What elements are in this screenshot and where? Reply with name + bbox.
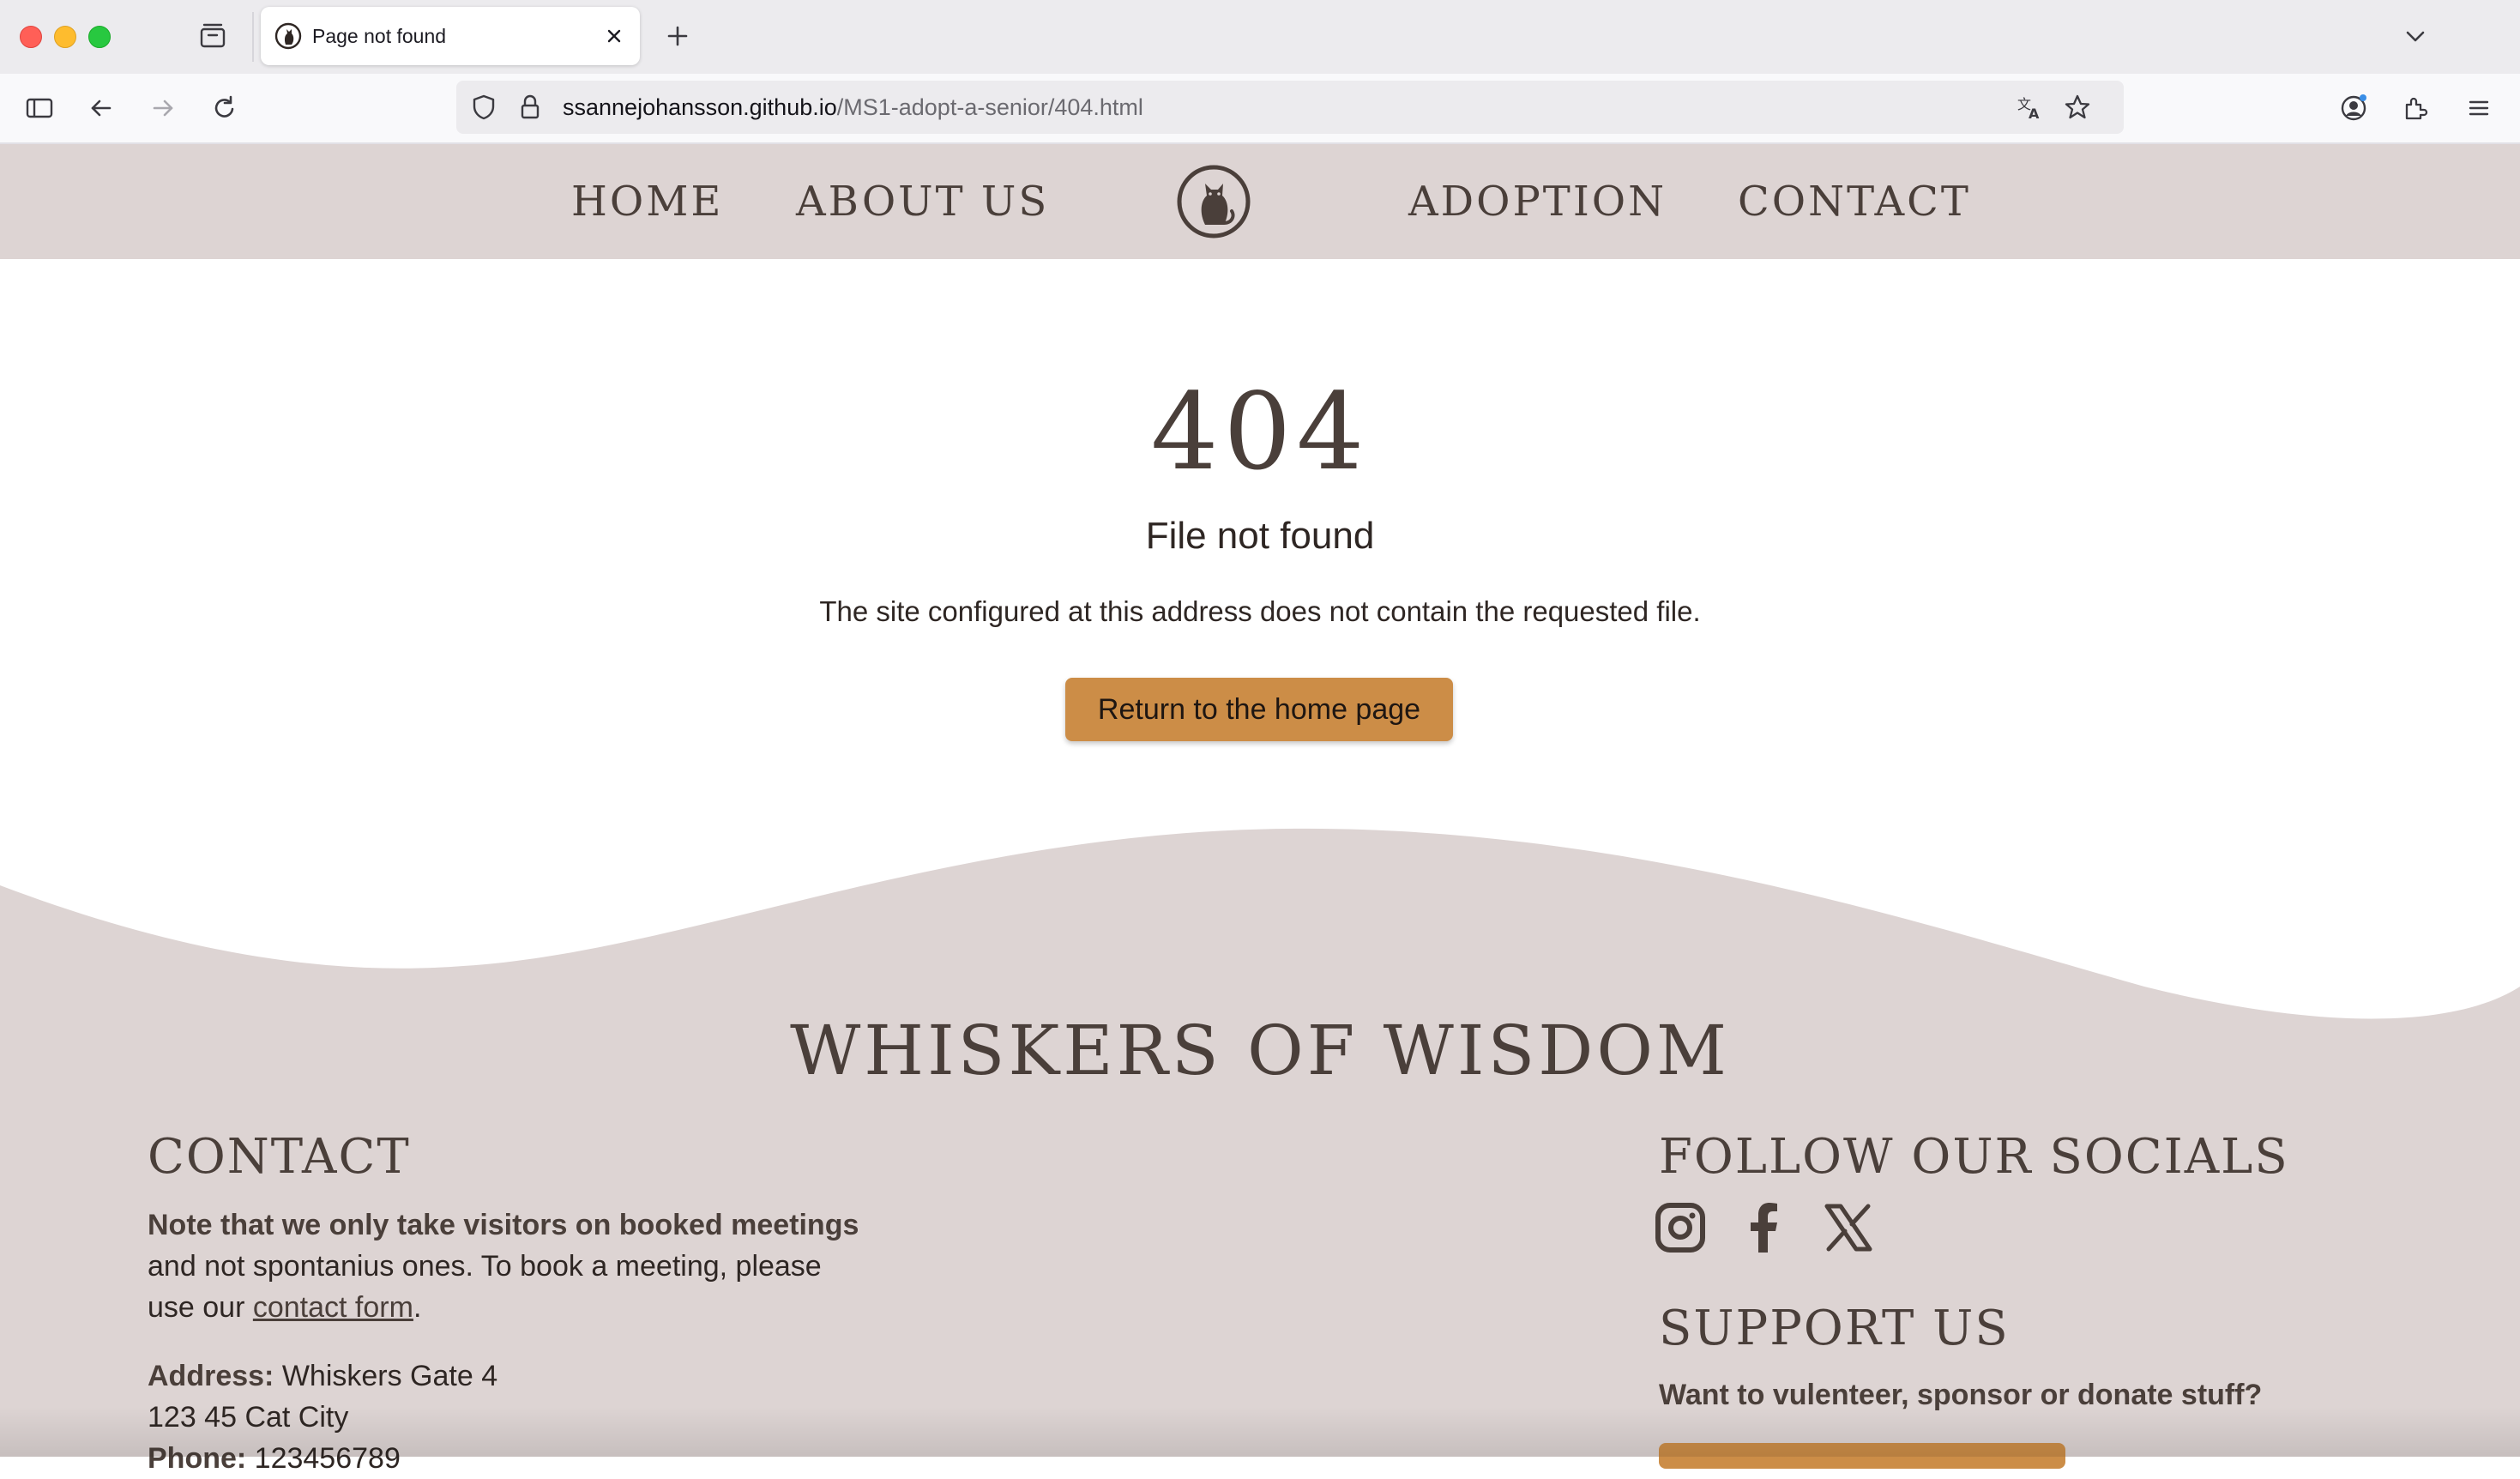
- close-tab-icon[interactable]: [600, 22, 628, 50]
- x-twitter-icon[interactable]: [1822, 1201, 1875, 1254]
- tab-separator: [252, 12, 254, 62]
- bookmark-star-icon[interactable]: [2062, 92, 2093, 123]
- forward-arrow-icon[interactable]: [148, 93, 178, 124]
- nav-link-contact[interactable]: CONTACT: [1738, 172, 1971, 232]
- svg-text:A: A: [2029, 106, 2040, 122]
- new-tab-icon[interactable]: [662, 21, 693, 51]
- browser-toolbar: ssannejohansson.github.io/MS1-adopt-a-se…: [0, 74, 2520, 144]
- url-text[interactable]: ssannejohansson.github.io/MS1-adopt-a-se…: [563, 81, 1143, 134]
- footer-brand-title: WHISKERS OF WISDOM: [790, 1011, 1730, 1090]
- extensions-puzzle-icon[interactable]: [2400, 93, 2431, 124]
- error-title: File not found: [1145, 515, 1375, 557]
- instagram-icon[interactable]: [1654, 1201, 1707, 1254]
- back-arrow-icon[interactable]: [86, 93, 117, 124]
- menu-hamburger-icon[interactable]: [2463, 93, 2494, 124]
- footer-socials-heading: FOLLOW OUR SOCIALS: [1659, 1129, 2289, 1185]
- cat-favicon-icon: [274, 22, 302, 50]
- bottom-shadow: [0, 1407, 2520, 1457]
- sidebar-icon[interactable]: [24, 93, 55, 124]
- footer-contact-heading: CONTACT: [148, 1129, 411, 1185]
- translate-icon[interactable]: 文 A: [2014, 92, 2045, 123]
- browser-tab-bar: Page not found: [0, 0, 2520, 74]
- nav-link-adoption[interactable]: ADOPTION: [1408, 172, 1667, 232]
- address-line1: Whiskers Gate 4: [281, 1360, 498, 1392]
- tab-overview-icon[interactable]: [197, 21, 228, 51]
- cat-logo-icon[interactable]: [1175, 163, 1252, 240]
- maximize-window-button[interactable]: [88, 26, 111, 48]
- address-bar[interactable]: ssannejohansson.github.io/MS1-adopt-a-se…: [456, 81, 2124, 134]
- reload-icon[interactable]: [209, 93, 240, 124]
- shield-icon[interactable]: [468, 92, 499, 123]
- chevron-down-icon[interactable]: [2400, 21, 2431, 51]
- address-label: Address:: [148, 1360, 274, 1392]
- booking-note-text: and not spontanius ones. To book a meeti…: [148, 1250, 822, 1283]
- error-description: The site configured at this address does…: [819, 595, 1701, 627]
- account-icon[interactable]: [2338, 93, 2369, 124]
- nav-link-about-us[interactable]: ABOUT US: [796, 172, 1049, 232]
- site-header: HOME ABOUT US ADOPTION CONTACT: [0, 144, 2520, 259]
- booking-note-prefix: use our: [148, 1291, 253, 1324]
- footer-contact-note: Note that we only take visitors on booke…: [148, 1204, 919, 1328]
- error-code: 404: [1150, 371, 1370, 494]
- close-window-button[interactable]: [20, 26, 42, 48]
- return-home-button[interactable]: Return to the home page: [1065, 678, 1453, 741]
- active-tab[interactable]: Page not found: [261, 7, 640, 65]
- facebook-icon[interactable]: [1738, 1201, 1791, 1254]
- booking-note-suffix: .: [413, 1291, 422, 1324]
- contact-form-link[interactable]: contact form: [253, 1291, 413, 1324]
- booking-note-bold: Note that we only take visitors on booke…: [148, 1209, 859, 1241]
- tab-title: Page not found: [312, 25, 447, 47]
- footer-support-heading: SUPPORT US: [1659, 1301, 2010, 1356]
- nav-link-home[interactable]: HOME: [571, 172, 723, 232]
- minimize-window-button[interactable]: [54, 26, 76, 48]
- lock-icon[interactable]: [515, 92, 546, 123]
